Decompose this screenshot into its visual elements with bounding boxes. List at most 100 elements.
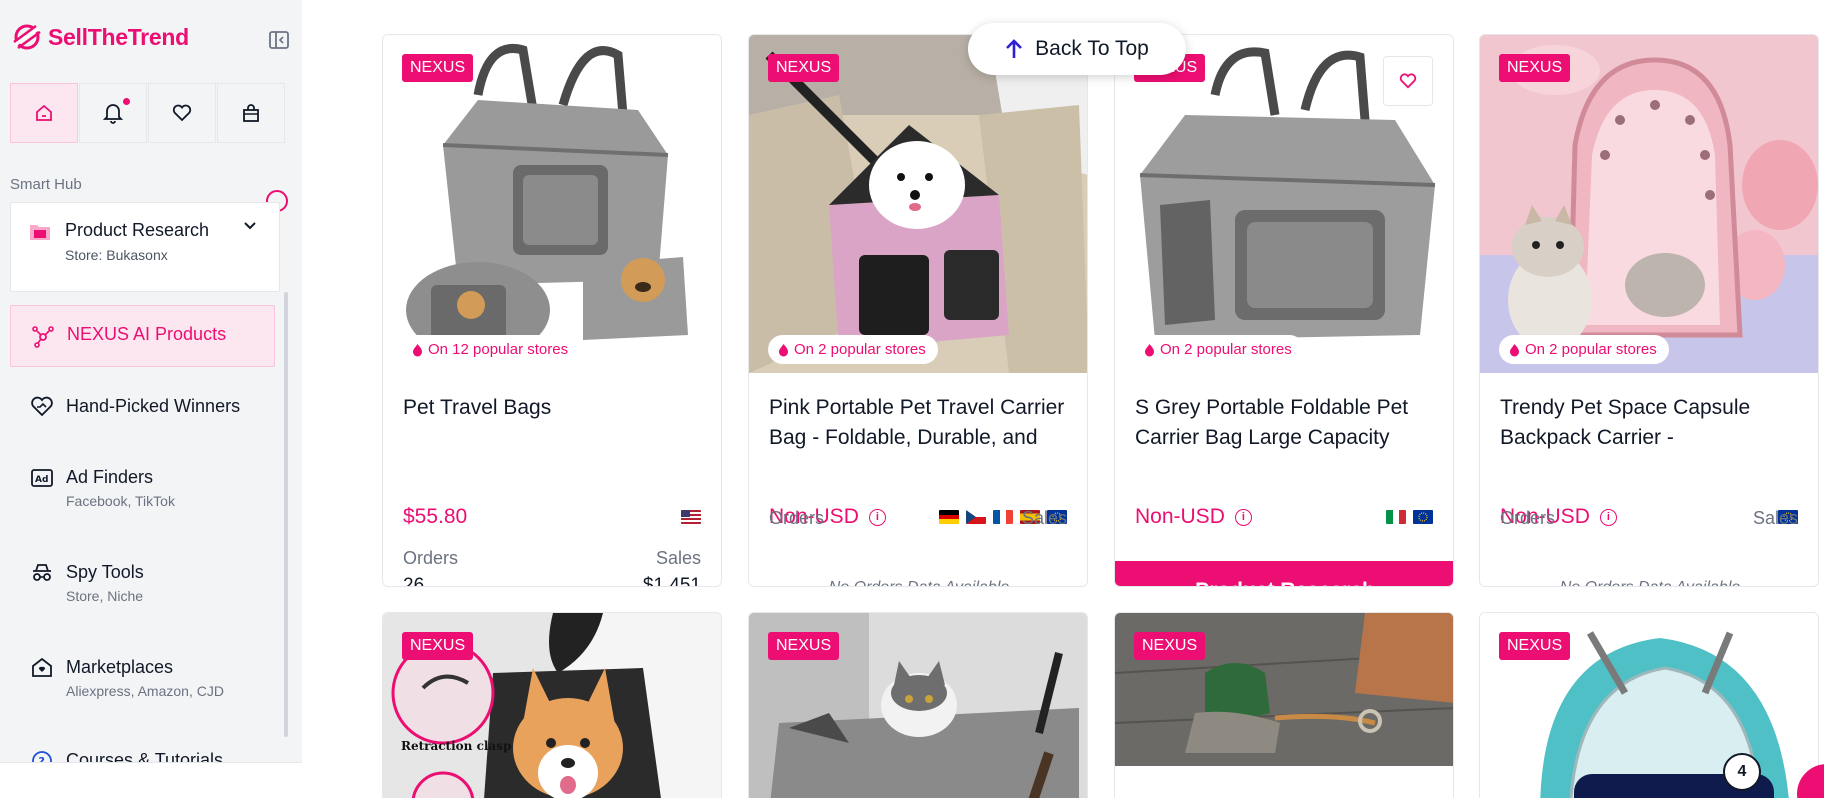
product-title[interactable]: S Grey Portable Foldable Pet Carrier Bag…	[1135, 393, 1440, 453]
collapse-sidebar-button[interactable]	[266, 28, 292, 52]
folder-icon	[30, 225, 50, 240]
image-caption: Retraction clasp	[401, 739, 512, 753]
home-button[interactable]	[10, 83, 78, 143]
sidebar-collapse-icon	[269, 31, 289, 49]
add-to-favorites-button[interactable]	[1383, 56, 1433, 106]
nexus-badge: NEXUS	[402, 632, 474, 660]
product-card[interactable]: NEXUS	[1479, 612, 1819, 798]
heart-hand-icon	[31, 396, 53, 417]
flag-fr-icon	[993, 510, 1013, 524]
sidebar: SellTheTrend Smart Hub Product Research …	[0, 0, 302, 798]
orders-value: 26	[403, 575, 425, 587]
info-icon[interactable]: i	[1599, 508, 1617, 526]
store-name: Store: Bukasonx	[65, 247, 168, 263]
sales-label: Sales	[655, 548, 701, 568]
product-card[interactable]: NEXUS	[1114, 612, 1454, 798]
product-card[interactable]: NEXUS On 2 popular stores Pink Portable …	[748, 34, 1088, 587]
favorites-button[interactable]	[148, 83, 216, 143]
logo-mark-icon	[13, 24, 41, 50]
nav-label: Ad Finders	[66, 467, 154, 487]
sales-label: Sales	[1021, 508, 1067, 528]
product-title[interactable]: Pink Portable Pet Travel Carrier Bag - F…	[769, 393, 1074, 453]
sales-value: $1,451	[642, 575, 701, 587]
flame-icon	[413, 343, 422, 356]
flag-us-icon	[681, 510, 701, 524]
notification-dot	[121, 96, 132, 107]
product-price: Non-USD i	[1135, 505, 1252, 529]
capsule-backpack-illustration	[1480, 35, 1818, 373]
chevron-down-icon	[244, 222, 256, 230]
no-orders-message: No Orders Data Available	[749, 579, 1087, 586]
product-image[interactable]: NEXUS On 2 popular stores	[1480, 35, 1818, 373]
svg-text:Ad: Ad	[35, 475, 48, 485]
product-title[interactable]: Trendy Pet Space Capsule Backpack Carrie…	[1500, 393, 1805, 453]
flame-icon	[1510, 343, 1519, 356]
product-image[interactable]: NEXUS	[749, 613, 1087, 798]
store-icon	[32, 657, 52, 677]
nexus-badge: NEXUS	[768, 54, 840, 82]
nav-label: Hand-Picked Winners	[66, 396, 241, 416]
flag-de-icon	[939, 510, 959, 524]
product-card[interactable]: NEXUS	[748, 612, 1088, 798]
logo[interactable]: SellTheTrend	[12, 22, 189, 52]
nexus-badge: NEXUS	[402, 54, 474, 82]
product-image[interactable]: NEXUS On 12 popular stores	[383, 35, 721, 373]
price-value: Non-USD	[1135, 505, 1225, 528]
popular-stores-text: On 12 popular stores	[428, 341, 569, 358]
smart-hub-label: Smart Hub	[10, 176, 82, 193]
country-flags	[681, 510, 701, 524]
product-card[interactable]: NEXUS On 12 popular stores Pet Travel Ba…	[382, 34, 722, 587]
nav-sublabel: Facebook, TikTok	[66, 493, 175, 509]
popular-stores-pill: On 2 popular stores	[1499, 335, 1669, 364]
flag-cz-icon	[966, 510, 986, 524]
product-card[interactable]: NEXUS On 2 popular stores Trendy Pet Spa…	[1479, 34, 1819, 587]
popular-stores-pill: On 2 popular stores	[768, 335, 938, 364]
nav-label: NEXUS AI Products	[67, 324, 227, 344]
sidebar-scrollbar[interactable]	[284, 292, 288, 737]
product-card[interactable]: NEXUS On 2 popular stores S Grey Portabl…	[1114, 34, 1454, 587]
flame-icon	[779, 343, 788, 356]
ad-icon: Ad	[31, 469, 53, 487]
nexus-icon	[32, 326, 54, 348]
flame-icon	[1145, 343, 1154, 356]
product-image[interactable]: NEXUS	[1480, 613, 1818, 798]
product-title[interactable]: Pet Travel Bags	[403, 393, 708, 423]
nav-hand-picked-winners[interactable]: Hand-Picked Winners	[10, 390, 275, 424]
sidebar-footer	[0, 762, 302, 798]
shop-button[interactable]	[217, 83, 285, 143]
orders-label: Orders	[1500, 508, 1556, 528]
product-card[interactable]: NEXUS Retraction clasp	[382, 612, 722, 798]
nav-sublabel: Store, Niche	[66, 588, 144, 604]
bell-icon	[103, 104, 123, 124]
arrow-up-icon	[1006, 39, 1023, 58]
product-research-button[interactable]: Product Research	[1115, 561, 1453, 586]
no-orders-message: No Orders Data Available	[1480, 579, 1818, 586]
product-image[interactable]: NEXUS On 2 popular stores	[749, 35, 1087, 373]
logo-text: SellTheTrend	[48, 23, 189, 50]
nav-label: Marketplaces	[66, 657, 174, 677]
nav-nexus-ai-products[interactable]: NEXUS AI Products	[10, 305, 275, 367]
info-icon[interactable]: i	[1234, 508, 1252, 526]
nav-spy-tools[interactable]: Spy Tools Store, Niche	[10, 557, 275, 617]
notification-count-badge[interactable]: 4	[1723, 753, 1761, 791]
nexus-badge: NEXUS	[1134, 632, 1206, 660]
nav-sublabel: Aliexpress, Amazon, CJD	[66, 683, 224, 699]
product-research-selector[interactable]: Product Research Store: Bukasonx	[10, 202, 280, 292]
product-image[interactable]: NEXUS Retraction clasp	[383, 613, 721, 798]
nav-marketplaces[interactable]: Marketplaces Aliexpress, Amazon, CJD	[10, 652, 275, 712]
product-image[interactable]: NEXUS	[1115, 613, 1453, 798]
popular-stores-pill: On 2 popular stores	[1134, 335, 1304, 364]
nav-ad-finders[interactable]: Ad Ad Finders Facebook, TikTok	[10, 462, 275, 522]
heart-icon	[1399, 73, 1417, 89]
flag-it-icon	[1386, 510, 1406, 524]
orders-label: Orders	[403, 548, 459, 568]
popular-stores-text: On 2 popular stores	[1525, 341, 1657, 358]
popular-stores-text: On 2 popular stores	[794, 341, 926, 358]
popular-stores-pill: On 12 popular stores	[402, 335, 581, 364]
sales-label: Sales	[1752, 508, 1798, 528]
info-icon[interactable]: i	[868, 508, 886, 526]
nav-label: Spy Tools	[66, 562, 144, 582]
country-flags	[1386, 510, 1433, 524]
notifications-button[interactable]	[79, 83, 147, 143]
back-to-top-button[interactable]: Back To Top	[968, 23, 1186, 75]
